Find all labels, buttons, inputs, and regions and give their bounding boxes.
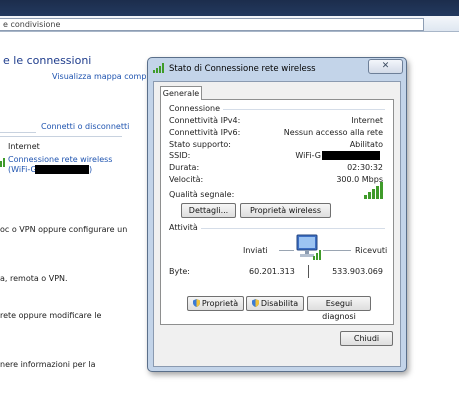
dialog-titlebar[interactable]: Stato di Connessione rete wireless ✕	[148, 58, 406, 80]
close-window-button[interactable]: ✕	[368, 59, 403, 74]
divider	[0, 136, 122, 137]
ipv4-value: Internet	[351, 116, 383, 125]
divider	[0, 132, 36, 133]
ipv6-label: Connettività IPv6:	[169, 128, 241, 137]
signal-quality-icon	[364, 182, 383, 199]
ssid-value: WiFi-G	[295, 151, 321, 160]
connect-disconnect-link[interactable]: Connetti o disconnetti	[41, 122, 129, 131]
page-title: e le connessioni	[3, 54, 92, 67]
ipv4-label: Connettività IPv4:	[169, 116, 241, 125]
received-connector	[323, 250, 351, 251]
close-button[interactable]: Chiudi	[340, 331, 393, 346]
media-state-label: Stato supporto:	[169, 140, 231, 149]
duration-label: Durata:	[169, 163, 200, 172]
speed-label: Velocità:	[169, 175, 204, 184]
sent-label: Inviati	[243, 246, 268, 255]
duration-value: 02:30:32	[347, 163, 383, 172]
connection-group-label: Connessione	[169, 104, 223, 113]
view-full-map-link[interactable]: Visualizza mappa completa	[52, 72, 162, 81]
diagnose-button[interactable]: Esegui diagnosi	[307, 296, 371, 321]
redaction-bar	[35, 165, 89, 174]
task-description-2: a, remota o VPN.	[0, 274, 68, 283]
bytes-received-value: 533.903.069	[332, 267, 383, 276]
disable-button-label: Disabilita	[260, 299, 299, 308]
signal-strength-icon	[153, 63, 164, 73]
network-access-type: Internet	[8, 142, 40, 151]
close-icon: ✕	[381, 61, 390, 71]
address-bar: e condivisione	[0, 16, 459, 32]
wireless-properties-button[interactable]: Proprietà wireless	[240, 203, 331, 218]
wireless-connection-link[interactable]: Connessione rete wireless	[8, 155, 112, 164]
dialog-body: Generale Connessione Connettività IPv4: …	[153, 81, 401, 367]
bytes-divider	[308, 265, 309, 278]
wireless-ssid-link-end[interactable]: )	[89, 165, 92, 174]
address-field[interactable]: e condivisione	[0, 18, 424, 31]
details-button[interactable]: Dettagli...	[181, 203, 236, 218]
uac-shield-icon	[192, 299, 200, 307]
sent-connector	[279, 250, 294, 251]
properties-button-label: Proprietà	[201, 299, 239, 308]
task-description-3: rete oppure modificare le	[0, 311, 102, 320]
dialog-title: Stato di Connessione rete wireless	[169, 64, 316, 74]
bytes-sent-value: 60.201.313	[249, 267, 295, 276]
ipv6-value: Nessun accesso alla rete	[283, 128, 383, 137]
disable-button[interactable]: Disabilita	[246, 296, 304, 311]
task-description-4: nere informazioni per la	[0, 360, 96, 369]
properties-button[interactable]: Proprietà	[187, 296, 244, 311]
uac-shield-icon	[251, 299, 259, 307]
received-label: Ricevuti	[355, 246, 388, 255]
signal-quality-label: Qualità segnale:	[169, 190, 235, 199]
wireless-network-icon	[0, 157, 6, 167]
media-state-value: Abilitato	[349, 140, 383, 149]
wireless-status-dialog: Stato di Connessione rete wireless ✕ Gen…	[147, 57, 407, 372]
network-computer-icon	[296, 234, 321, 260]
tab-general[interactable]: Generale	[160, 86, 202, 100]
ssid-redaction	[322, 151, 380, 160]
bytes-label: Byte:	[169, 267, 190, 276]
ssid-label: SSID:	[169, 151, 191, 160]
general-tab-panel: Connessione Connettività IPv4: Internet …	[160, 99, 394, 325]
wireless-ssid-link[interactable]: (WiFi-G	[8, 165, 37, 174]
group-divider	[169, 228, 385, 229]
activity-group-label: Attività	[169, 223, 201, 232]
task-description-1: oc o VPN oppure configurare un	[0, 225, 128, 234]
